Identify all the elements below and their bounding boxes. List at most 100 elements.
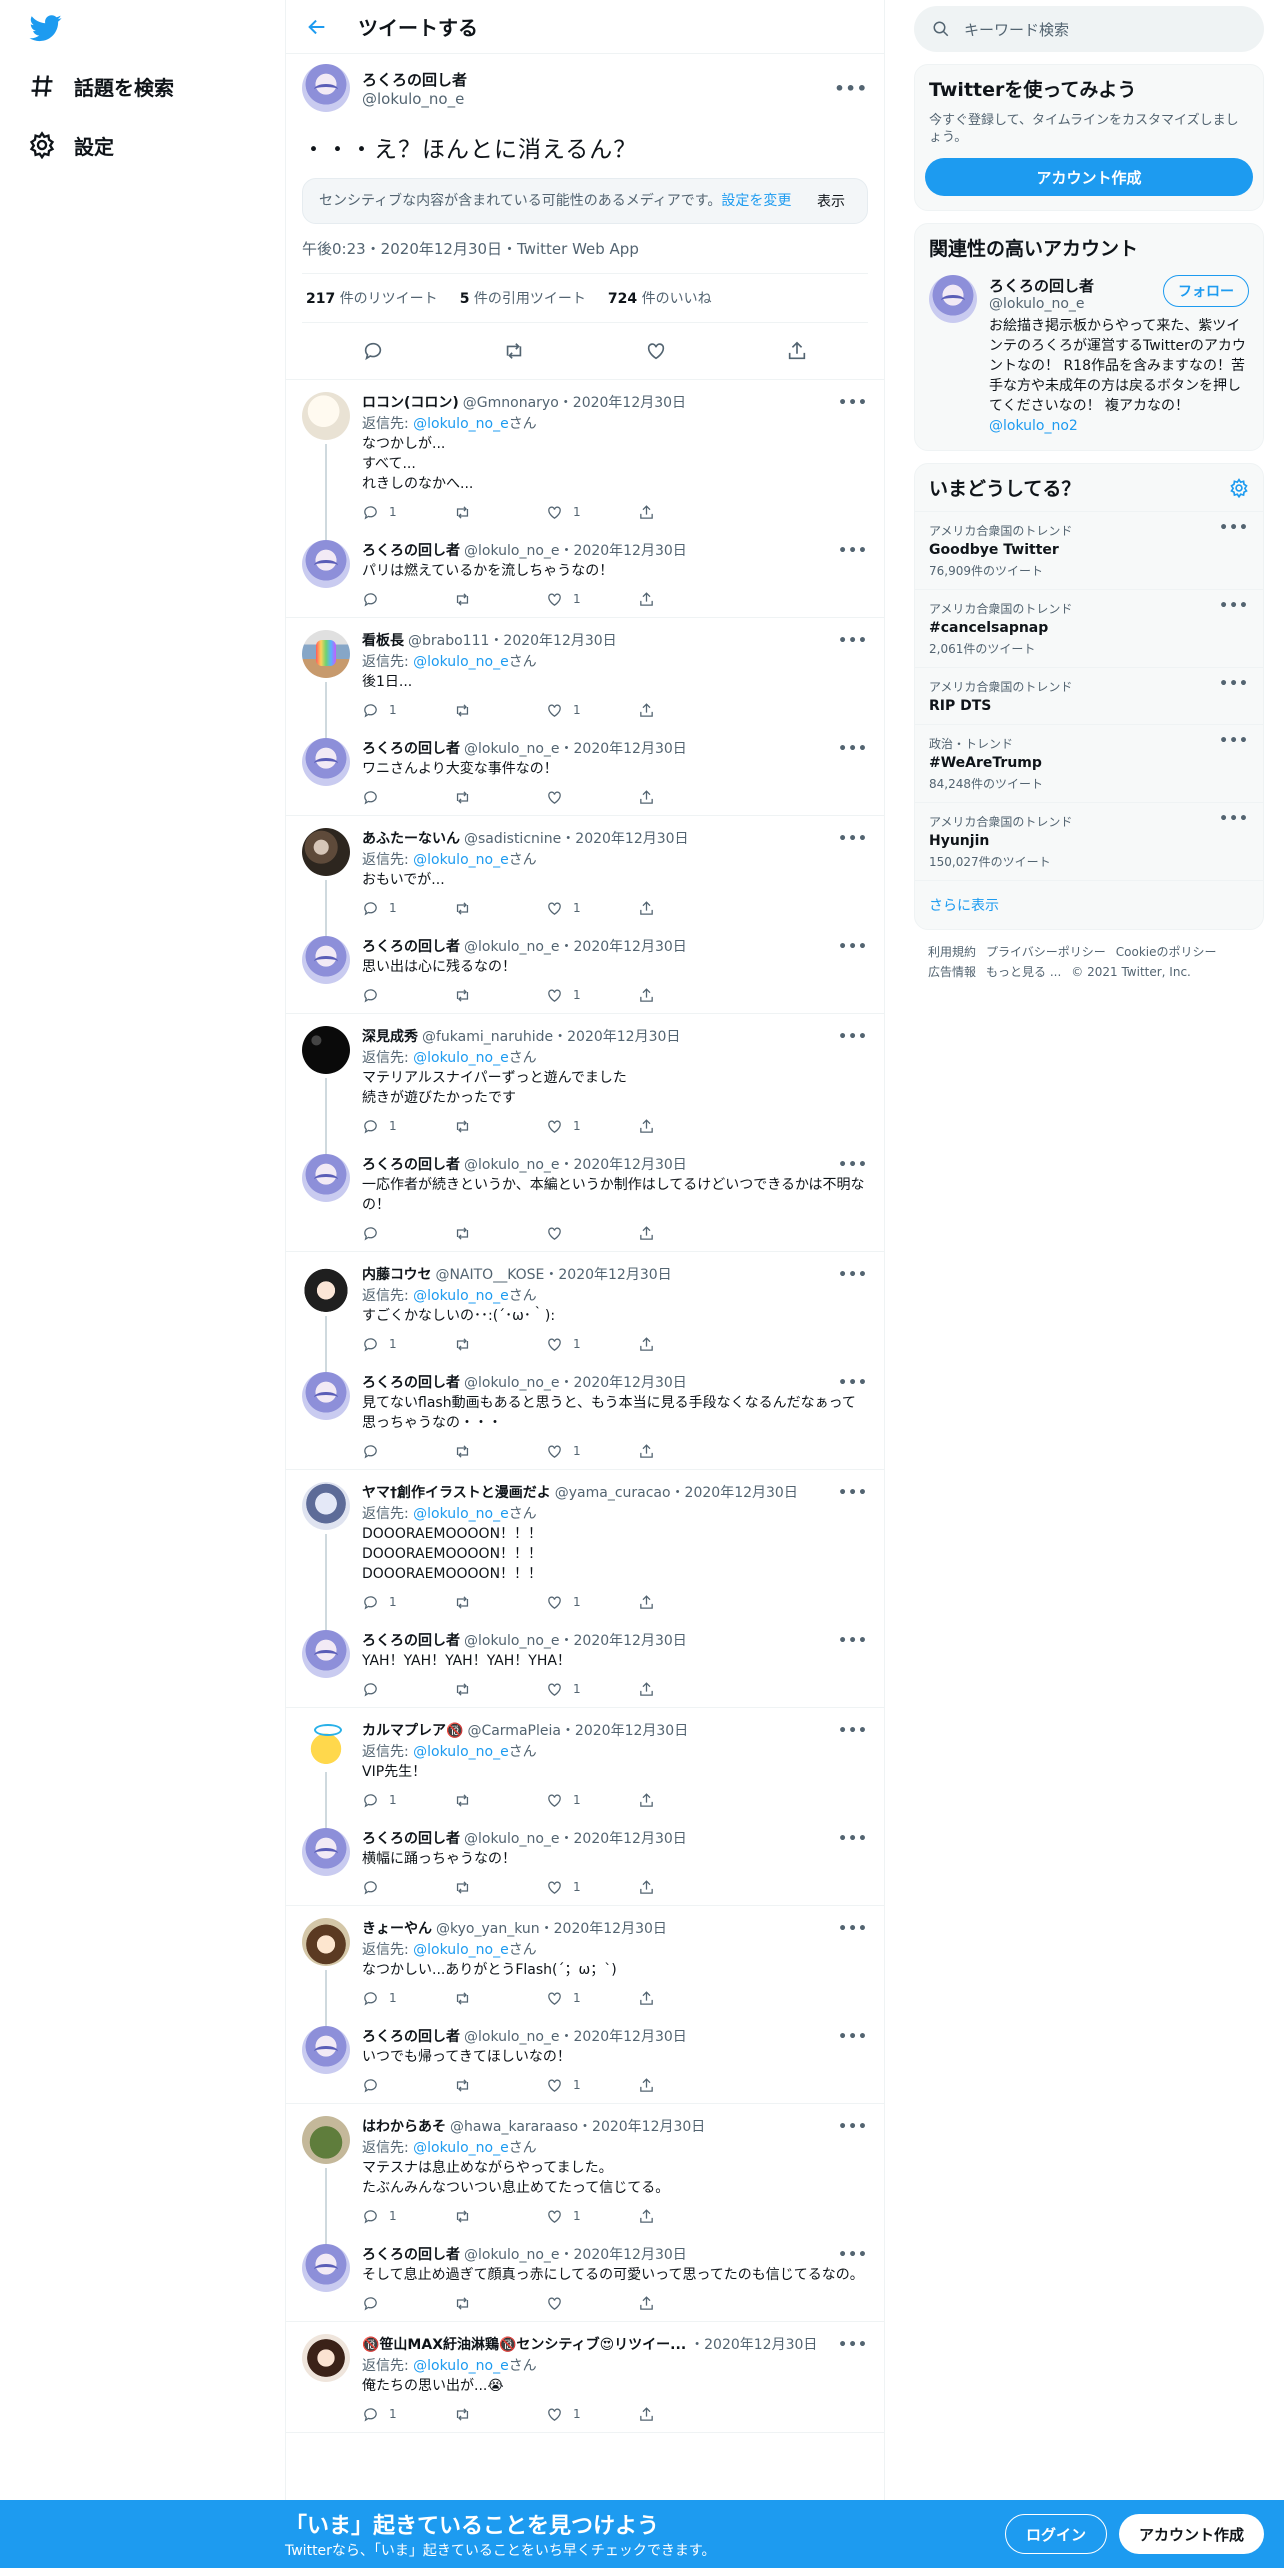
more-icon[interactable]: ••• [838, 1921, 868, 1937]
create-account-button[interactable]: アカウント作成 [925, 158, 1253, 196]
reply-button[interactable]: 1 [362, 1118, 454, 1135]
tweet-author-name[interactable]: 🔞笹山MAX紆油淋鶏🔞センシティブ😍リツイー... [362, 2334, 686, 2354]
reply-button[interactable]: 1 [362, 900, 454, 917]
retweet-button[interactable] [454, 2208, 546, 2225]
follow-button[interactable]: フォロー [1163, 275, 1249, 307]
share-button[interactable] [638, 987, 730, 1004]
tweet-author-name[interactable]: きょーやん [362, 1918, 432, 1938]
tweet-author-name[interactable]: ろくろの回し者 [362, 936, 460, 956]
tweet-date[interactable]: ・2020年12月30日 [560, 2026, 687, 2046]
search-input[interactable]: キーワード検索 [914, 6, 1264, 52]
tweet-date[interactable]: ・2020年12月30日 [553, 1026, 680, 1046]
reply-button[interactable]: 1 [362, 504, 454, 521]
tweet-author-name[interactable]: ろくろの回し者 [362, 1372, 460, 1392]
avatar[interactable] [302, 2244, 350, 2292]
avatar[interactable] [302, 1026, 350, 1074]
retweet-icon[interactable] [503, 340, 525, 362]
share-button[interactable] [638, 1990, 730, 2007]
more-icon[interactable]: ••• [838, 1267, 868, 1283]
retweet-button[interactable] [454, 591, 546, 608]
like-button[interactable]: 1 [546, 591, 638, 608]
reply-button[interactable]: 1 [362, 1792, 454, 1809]
trend-item[interactable]: アメリカ合衆国のトレンド Goodbye Twitter 76,909件のツイー… [915, 511, 1263, 589]
tweet-author-name[interactable]: 看板長 [362, 630, 404, 650]
twitter-logo-icon[interactable] [28, 12, 64, 44]
tweet-author-name[interactable]: ろくろの回し者 [362, 1154, 460, 1174]
like-button[interactable]: 1 [546, 1443, 638, 1460]
tweet-author-handle[interactable]: @lokulo_no_e [464, 1831, 560, 1847]
trend-item[interactable]: アメリカ合衆国のトレンド RIP DTS ••• [915, 667, 1263, 724]
reply-button[interactable] [362, 1225, 454, 1242]
more-icon[interactable]: ••• [1219, 811, 1249, 827]
tweet-date[interactable]: ・2020年12月30日 [578, 2116, 705, 2136]
tweet-date[interactable]: ・2020年12月30日 [544, 1264, 671, 1284]
like-button[interactable]: 1 [546, 1336, 638, 1353]
retweet-button[interactable] [454, 1118, 546, 1135]
retweet-button[interactable] [454, 2295, 546, 2312]
like-button[interactable] [546, 2295, 638, 2312]
mention-link[interactable]: @lokulo_no_e [413, 654, 509, 670]
share-button[interactable] [638, 1225, 730, 1242]
retweet-count[interactable]: 217 件のリツイート [306, 288, 438, 308]
tweet-author-handle[interactable]: @kyo_yan_kun [436, 1921, 540, 1937]
share-button[interactable] [638, 504, 730, 521]
tweet-author-handle[interactable]: @hawa_kararaaso [450, 2119, 578, 2135]
tweet-date[interactable]: ・2020年12月30日 [671, 1482, 798, 1502]
retweet-button[interactable] [454, 1336, 546, 1353]
avatar[interactable] [302, 2026, 350, 2074]
author-reply-tweet[interactable]: ろくろの回し者 @lokulo_no_e ・2020年12月30日 ••• 一応… [286, 1144, 884, 1251]
tweet-date[interactable]: ・2020年12月30日 [560, 1154, 687, 1174]
more-icon[interactable]: ••• [838, 633, 868, 649]
reply-button[interactable] [362, 1681, 454, 1698]
more-icon[interactable]: ••• [838, 2029, 868, 2045]
nav-explore[interactable]: 話題を検索 [28, 66, 174, 106]
change-settings-link[interactable]: 設定を変更 [721, 193, 791, 209]
avatar[interactable] [302, 64, 350, 112]
retweet-button[interactable] [454, 987, 546, 1004]
avatar[interactable] [302, 1630, 350, 1678]
tweet-author-handle[interactable]: @lokulo_no_e [464, 543, 560, 559]
avatar[interactable] [302, 1720, 350, 1768]
more-icon[interactable]: ••• [1219, 676, 1249, 692]
retweet-button[interactable] [454, 1594, 546, 1611]
share-button[interactable] [638, 702, 730, 719]
tweet-date[interactable]: ・2020年12月30日 [561, 1720, 688, 1740]
tweet-author-handle[interactable]: @brabo111 [408, 633, 489, 649]
more-icon[interactable]: ••• [838, 1723, 868, 1739]
tweet-author-handle[interactable]: @lokulo_no_e [464, 1375, 560, 1391]
reply-tweet[interactable]: 深見成秀 @fukami_naruhide ・2020年12月30日 ••• 返… [286, 1016, 884, 1154]
retweet-button[interactable] [454, 1879, 546, 1896]
share-button[interactable] [638, 789, 730, 806]
like-count[interactable]: 724 件のいいね [608, 288, 712, 308]
author-reply-tweet[interactable]: ろくろの回し者 @lokulo_no_e ・2020年12月30日 ••• YA… [286, 1620, 884, 1707]
reply-button[interactable] [362, 789, 454, 806]
reply-button[interactable]: 1 [362, 1594, 454, 1611]
share-button[interactable] [638, 2208, 730, 2225]
reply-button[interactable]: 1 [362, 702, 454, 719]
reply-tweet[interactable]: ヤマ†創作イラストと漫画だよ @yama_curacao ・2020年12月30… [286, 1472, 884, 1630]
more-icon[interactable]: ••• [838, 1157, 868, 1173]
reply-tweet[interactable]: 看板長 @brabo111 ・2020年12月30日 ••• 返信先: @lok… [286, 620, 884, 738]
retweet-button[interactable] [454, 1225, 546, 1242]
share-button[interactable] [638, 2077, 730, 2094]
reply-button[interactable]: 1 [362, 1990, 454, 2007]
avatar[interactable] [302, 630, 350, 678]
more-icon[interactable]: ••• [838, 831, 868, 847]
tweet-author-handle[interactable]: @fukami_naruhide [422, 1029, 553, 1045]
tweet-date[interactable]: ・2020年12月30日 [560, 738, 687, 758]
share-button[interactable] [638, 591, 730, 608]
like-button[interactable]: 1 [546, 2208, 638, 2225]
like-button[interactable]: 1 [546, 504, 638, 521]
share-button[interactable] [638, 1443, 730, 1460]
author-reply-tweet[interactable]: ろくろの回し者 @lokulo_no_e ・2020年12月30日 ••• ワニ… [286, 728, 884, 815]
reply-button[interactable] [362, 2295, 454, 2312]
mention-link[interactable]: @lokulo_no_e [413, 1288, 509, 1304]
trend-item[interactable]: アメリカ合衆国のトレンド #cancelsapnap 2,061件のツイート •… [915, 589, 1263, 667]
avatar[interactable] [302, 540, 350, 588]
like-button[interactable]: 1 [546, 1990, 638, 2007]
footer-link[interactable]: もっと見る ... [986, 965, 1061, 979]
mention-link[interactable]: @lokulo_no_e [413, 1506, 509, 1522]
more-icon[interactable]: ••• [838, 741, 868, 757]
reply-tweet[interactable]: 内藤コウセ @NAITO__KOSE ・2020年12月30日 ••• 返信先:… [286, 1254, 884, 1372]
reply-button[interactable] [362, 987, 454, 1004]
